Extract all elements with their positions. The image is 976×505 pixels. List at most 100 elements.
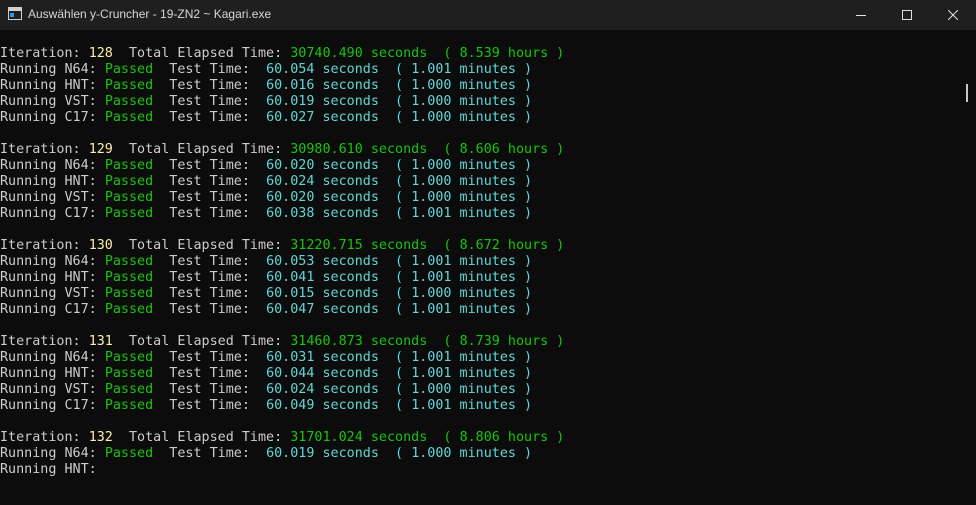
close-button[interactable] [930,0,976,30]
passed-status: Passed [104,62,154,77]
test-minutes: 1.001 [411,270,452,285]
test-seconds: 60.016 [266,78,315,93]
test-time-label: Test Time: [153,206,267,221]
test-minutes: 1.001 [411,206,452,221]
iteration-number: 132 [88,430,113,445]
open-paren: ( [378,174,412,189]
passed-status: Passed [104,382,154,397]
total-elapsed-label: Total Elapsed Time: [112,46,291,61]
passed-status: Passed [104,398,154,413]
minutes-unit: minutes ) [451,286,533,301]
test-line: Running VST: Passed Test Time: 60.019 se… [0,94,960,110]
passed-status: Passed [104,110,154,125]
open-paren: ( [378,110,412,125]
test-name: VST: [64,190,97,205]
passed-status: Passed [104,190,154,205]
minutes-unit: minutes ) [451,190,533,205]
seconds-unit: seconds [362,334,428,349]
iteration-label: Iteration: [0,142,89,157]
minutes-unit: minutes ) [451,270,533,285]
passed-status: Passed [104,174,154,189]
running-label: Running [0,94,65,109]
open-paren: ( [378,62,412,77]
open-paren: ( [378,382,412,397]
test-seconds: 60.047 [266,302,315,317]
minutes-unit: minutes ) [451,158,533,173]
test-seconds: 60.041 [266,270,315,285]
test-time-label: Test Time: [153,62,267,77]
test-line: Running N64: Passed Test Time: 60.053 se… [0,254,960,270]
hours-unit: hours ) [499,334,565,349]
running-label: Running [0,366,65,381]
running-label: Running [0,286,65,301]
test-line: Running C17: Passed Test Time: 60.027 se… [0,110,960,126]
running-label: Running [0,62,65,77]
maximize-button[interactable] [884,0,930,30]
seconds-unit: seconds [362,430,428,445]
open-paren: ( [427,334,460,349]
passed-status: Passed [104,206,154,221]
test-line: Running C17: Passed Test Time: 60.047 se… [0,302,960,318]
test-seconds: 60.020 [266,158,315,173]
test-seconds: 60.044 [266,366,315,381]
test-minutes: 1.000 [411,446,452,461]
seconds-unit: seconds [362,46,428,61]
test-name: N64: [64,158,97,173]
open-paren: ( [378,190,412,205]
test-name: N64: [64,62,97,77]
open-paren: ( [378,206,412,221]
test-seconds: 60.024 [266,174,315,189]
iteration-label: Iteration: [0,334,89,349]
test-time-label: Test Time: [153,190,267,205]
minutes-unit: minutes ) [451,94,533,109]
running-label: Running [0,462,65,477]
open-paren: ( [378,302,412,317]
elapsed-hours: 8.672 [459,238,500,253]
total-elapsed-label: Total Elapsed Time: [112,238,291,253]
test-seconds: 60.027 [266,110,315,125]
minutes-unit: minutes ) [451,398,533,413]
test-name: N64: [64,446,97,461]
running-label: Running [0,110,65,125]
minimize-button[interactable] [838,0,884,30]
test-time-label: Test Time: [153,78,267,93]
test-line: Running VST: Passed Test Time: 60.024 se… [0,382,960,398]
elapsed-hours: 8.606 [459,142,500,157]
test-seconds: 60.019 [266,94,315,109]
running-label: Running [0,190,65,205]
test-line: Running HNT: Passed Test Time: 60.024 se… [0,174,960,190]
test-name: N64: [64,254,97,269]
test-name: VST: [64,382,97,397]
console-output[interactable]: Iteration: 128 Total Elapsed Time: 30740… [0,46,960,505]
total-elapsed-label: Total Elapsed Time: [112,430,291,445]
test-minutes: 1.000 [411,78,452,93]
running-label: Running [0,398,65,413]
test-minutes: 1.001 [411,254,452,269]
test-line: Running HNT: [0,462,960,478]
running-label: Running [0,174,65,189]
seconds-unit: seconds [314,398,379,413]
test-time-label: Test Time: [153,270,267,285]
scrollbar-thumb[interactable] [966,84,968,102]
elapsed-hours: 8.806 [459,430,500,445]
elapsed-hours: 8.739 [459,334,500,349]
minutes-unit: minutes ) [451,62,533,77]
minutes-unit: minutes ) [451,174,533,189]
title-bar[interactable]: Auswählen y-Cruncher - 19-ZN2 ~ Kagari.e… [0,0,976,30]
minimize-icon [856,15,866,16]
iteration-line: Iteration: 129 Total Elapsed Time: 30980… [0,142,960,158]
running-label: Running [0,382,65,397]
total-elapsed-label: Total Elapsed Time: [112,334,291,349]
test-line: Running HNT: Passed Test Time: 60.016 se… [0,78,960,94]
seconds-unit: seconds [314,302,379,317]
